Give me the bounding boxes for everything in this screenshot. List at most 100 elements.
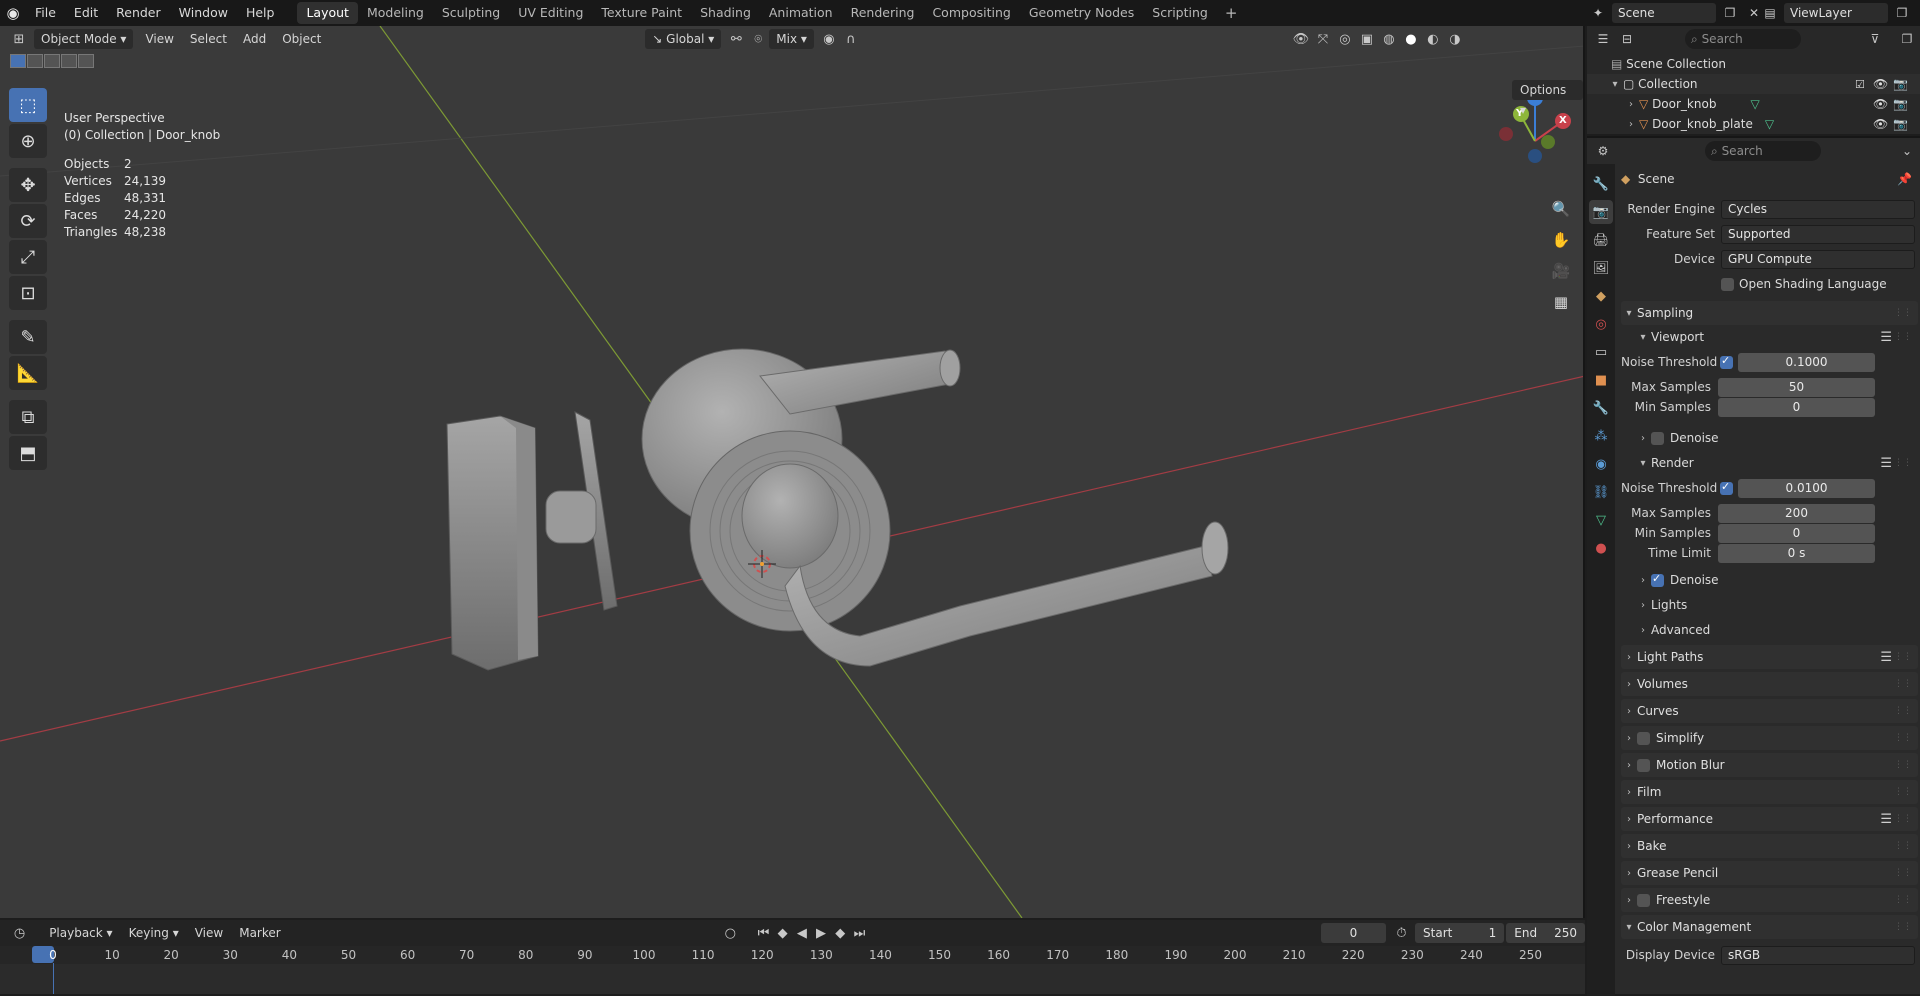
latch-block-mesh[interactable] bbox=[446, 415, 539, 671]
pin-icon[interactable]: 📌 bbox=[1897, 172, 1912, 186]
menu-file[interactable]: File bbox=[26, 0, 65, 26]
expand-arrow-icon[interactable]: › bbox=[1623, 119, 1639, 130]
drag-grip-icon[interactable]: ⋮⋮ bbox=[1894, 733, 1912, 743]
max-samples-field[interactable]: 50 bbox=[1718, 377, 1875, 397]
scale-tool-icon[interactable]: ⤢ bbox=[9, 240, 47, 274]
drag-grip-icon[interactable]: ⋮⋮ bbox=[1894, 679, 1912, 689]
end-frame-field[interactable]: End 250 bbox=[1506, 923, 1586, 943]
render-engine-dropdown[interactable]: Cycles bbox=[1721, 199, 1915, 219]
menu-window[interactable]: Window bbox=[170, 0, 237, 26]
object-tab-icon[interactable]: ■ bbox=[1589, 368, 1613, 392]
view-layer-icon[interactable]: ▤ bbox=[1760, 3, 1780, 23]
particles-tab-icon[interactable]: ⁂ bbox=[1589, 424, 1613, 448]
motion-blur-panel-header[interactable]: › Motion Blur ⋮⋮ bbox=[1621, 753, 1918, 777]
display-mode-icon[interactable]: ⊟ bbox=[1617, 29, 1637, 49]
preview-range-icon[interactable]: ⏱ bbox=[1392, 923, 1411, 943]
overlay-toggle-icon[interactable]: ◎ bbox=[1334, 29, 1356, 49]
motion-blur-checkbox[interactable] bbox=[1637, 758, 1650, 772]
editor-type-icon[interactable]: ⊞ bbox=[8, 29, 30, 49]
camera-view-icon[interactable]: 🎥 bbox=[1548, 258, 1574, 284]
add-object-tool-icon[interactable]: ⬒ bbox=[9, 436, 47, 470]
denoise-checkbox[interactable] bbox=[1651, 431, 1664, 445]
menu-keying[interactable]: Keying ▾ bbox=[121, 926, 187, 940]
tab-compositing[interactable]: Compositing bbox=[923, 2, 1019, 24]
jump-start-icon[interactable]: ⏮ bbox=[754, 923, 773, 943]
delete-view-layer-icon[interactable]: ✕ bbox=[1916, 3, 1920, 23]
r-denoise-header[interactable]: › Denoise bbox=[1621, 569, 1918, 591]
transform-orientation-dropdown[interactable]: ↘ Global ▾ bbox=[645, 29, 722, 49]
strike-plate-mesh[interactable] bbox=[545, 411, 618, 611]
menu-playback[interactable]: Playback ▾ bbox=[41, 926, 120, 940]
tab-texture-paint[interactable]: Texture Paint bbox=[592, 2, 691, 24]
advanced-subpanel-header[interactable]: › Advanced bbox=[1621, 619, 1918, 641]
time-limit-field[interactable]: 0 s bbox=[1718, 543, 1875, 563]
bake-panel-header[interactable]: › Bake ⋮⋮ bbox=[1621, 834, 1918, 858]
visibility-eye-icon[interactable]: 👁 bbox=[1873, 97, 1888, 111]
tab-shading[interactable]: Shading bbox=[691, 2, 760, 24]
drag-grip-icon[interactable]: ⋮⋮ bbox=[1894, 706, 1912, 716]
menu-marker[interactable]: Marker bbox=[231, 926, 288, 940]
select-new-icon[interactable] bbox=[10, 54, 26, 68]
color-management-panel-header[interactable]: ▾ Color Management ⋮⋮ bbox=[1621, 915, 1918, 939]
select-subtract-icon[interactable] bbox=[44, 54, 60, 68]
mode-dropdown[interactable]: Object Mode ▾ bbox=[34, 29, 134, 49]
new-collection-icon[interactable]: ❐ bbox=[1897, 29, 1917, 49]
drag-grip-icon[interactable]: ⋮⋮ bbox=[1894, 760, 1912, 770]
grease-pencil-panel-header[interactable]: › Grease Pencil ⋮⋮ bbox=[1621, 861, 1918, 885]
scene-icon[interactable]: ✦ bbox=[1588, 3, 1608, 23]
xray-icon[interactable]: ▣ bbox=[1356, 29, 1378, 49]
expand-arrow-icon[interactable]: › bbox=[1623, 99, 1639, 110]
osl-checkbox[interactable] bbox=[1721, 277, 1734, 291]
render-tab-icon[interactable]: 📷 bbox=[1589, 200, 1613, 224]
view-layer-tab-icon[interactable]: 🖼 bbox=[1589, 256, 1613, 280]
timeline-ruler[interactable]: 0 10 20 30 40 50 60 70 80 90 100 110 120 130 140 150 160… bbox=[0, 946, 1585, 994]
properties-search[interactable]: ⌕ Search bbox=[1705, 141, 1821, 161]
film-panel-header[interactable]: › Film ⋮⋮ bbox=[1621, 780, 1918, 804]
next-keyframe-icon[interactable]: ◆ bbox=[831, 923, 850, 943]
display-device-dropdown[interactable]: sRGB bbox=[1721, 945, 1915, 965]
menu-object[interactable]: Object bbox=[274, 32, 329, 46]
physics-tab-icon[interactable]: ◉ bbox=[1589, 452, 1613, 476]
tab-sculpting[interactable]: Sculpting bbox=[433, 2, 509, 24]
outliner-collection[interactable]: ▾ ▢ Collection ☑ 👁 📷 bbox=[1587, 74, 1920, 94]
transform-tool-icon[interactable]: ⊡ bbox=[9, 276, 47, 310]
constraints-tab-icon[interactable]: ⛓ bbox=[1589, 480, 1613, 504]
pan-hand-icon[interactable]: ✋ bbox=[1548, 227, 1574, 253]
output-tab-icon[interactable]: 🖨 bbox=[1589, 228, 1613, 252]
presets-list-icon[interactable]: ☰ bbox=[1880, 812, 1892, 827]
render-camera-icon[interactable]: 📷 bbox=[1893, 77, 1908, 91]
drag-grip-icon[interactable]: ⋮⋮ bbox=[1894, 458, 1912, 468]
viewport-subpanel-header[interactable]: ▾ Viewport ☰ ⋮⋮ bbox=[1621, 326, 1918, 348]
menu-add[interactable]: Add bbox=[235, 32, 274, 46]
world-tab-icon[interactable]: ◎ bbox=[1589, 312, 1613, 336]
add-workspace-button[interactable]: + bbox=[1217, 4, 1246, 22]
lights-subpanel-header[interactable]: › Lights bbox=[1621, 594, 1918, 616]
drag-grip-icon[interactable]: ⋮⋮ bbox=[1894, 841, 1912, 851]
wireframe-shading-icon[interactable]: ◍ bbox=[1378, 29, 1400, 49]
tab-geometry-nodes[interactable]: Geometry Nodes bbox=[1020, 2, 1143, 24]
blender-logo-icon[interactable]: ◉ bbox=[0, 0, 26, 26]
falloff-icon[interactable]: ∩ bbox=[840, 29, 862, 49]
feature-set-dropdown[interactable]: Supported bbox=[1721, 224, 1915, 244]
render-camera-icon[interactable]: 📷 bbox=[1893, 97, 1908, 111]
min-samples-field[interactable]: 0 bbox=[1718, 397, 1875, 417]
data-tab-icon[interactable]: ▽ bbox=[1589, 508, 1613, 532]
visibility-eye-icon[interactable]: 👁 bbox=[1873, 117, 1888, 131]
add-cube-tool-icon[interactable]: ⧉ bbox=[9, 400, 47, 434]
collection-tab-icon[interactable]: ▭ bbox=[1589, 340, 1613, 364]
pivot-icon[interactable]: ⚯ bbox=[725, 29, 747, 49]
collection-checkbox-icon[interactable]: ☑ bbox=[1855, 78, 1865, 91]
noise-threshold-field[interactable]: 0.1000 bbox=[1738, 352, 1875, 372]
select-intersect-icon[interactable] bbox=[78, 54, 94, 68]
tab-rendering[interactable]: Rendering bbox=[842, 2, 924, 24]
freestyle-panel-header[interactable]: › Freestyle ⋮⋮ bbox=[1621, 888, 1918, 912]
render-subpanel-header[interactable]: ▾ Render ☰ ⋮⋮ bbox=[1621, 452, 1918, 474]
tool-tab-icon[interactable]: 🔧 bbox=[1589, 172, 1613, 196]
curves-panel-header[interactable]: › Curves ⋮⋮ bbox=[1621, 699, 1918, 723]
noise-threshold-checkbox[interactable] bbox=[1720, 354, 1733, 369]
light-paths-panel-header[interactable]: › Light Paths ☰ ⋮⋮ bbox=[1621, 645, 1918, 669]
modifier-tab-icon[interactable]: 🔧 bbox=[1589, 396, 1613, 420]
chevron-down-icon[interactable]: ⌄ bbox=[1897, 141, 1917, 161]
gizmo-toggle-icon[interactable]: ⤧ bbox=[1312, 29, 1334, 49]
noise-threshold-field[interactable]: 0.0100 bbox=[1738, 478, 1875, 498]
